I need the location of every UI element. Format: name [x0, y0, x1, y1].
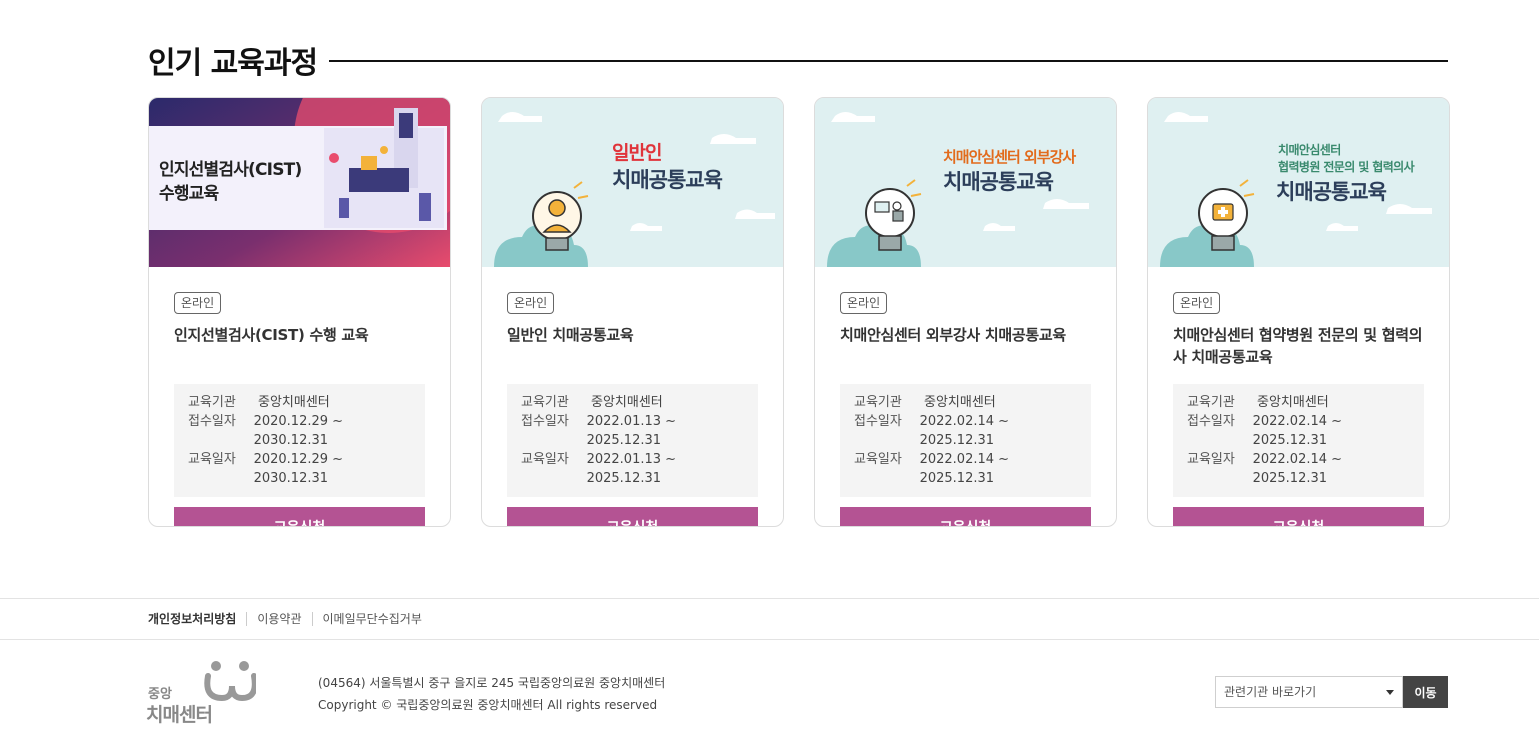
info-reg-date: 2022.02.14 ~ 2025.12.31: [1252, 414, 1343, 448]
info-label: 교육일자: [854, 452, 902, 467]
related-sites: 관련기관 바로가기 이동: [1215, 676, 1448, 708]
info-reg-date: 2020.12.29 ~ 2030.12.31: [253, 414, 344, 448]
course-info: 교육기관 중앙치매센터 접수일자 2022.01.13 ~ 2025.12.31 교…: [507, 384, 758, 497]
online-badge: 온라인: [174, 292, 222, 314]
course-card[interactable]: 인지선별검사(CIST) 수행교육 온라인 인지선별검사(CIST) 수행 교육…: [148, 97, 451, 527]
course-thumbnail[interactable]: 인지선별검사(CIST) 수행교육: [149, 98, 450, 267]
related-go-button[interactable]: 이동: [1403, 676, 1448, 708]
course-title[interactable]: 인지선별검사(CIST) 수행 교육: [174, 324, 425, 368]
thumbnail-title: 치매공통교육: [943, 170, 1054, 194]
course-card-list: 인지선별검사(CIST) 수행교육 온라인 인지선별검사(CIST) 수행 교육…: [148, 97, 1451, 527]
thumbnail-line: 협력병원 전문의 및 협력의사: [1278, 160, 1415, 174]
info-reg-date: 2022.02.14 ~ 2025.12.31: [919, 414, 1010, 448]
course-title[interactable]: 치매안심센터 협약병원 전문의 및 협력의사 치매공통교육: [1173, 324, 1424, 368]
course-card[interactable]: 치매안심센터 협력병원 전문의 및 협력의사 치매공통교육 온라인 치매안심센터…: [1147, 97, 1450, 527]
online-badge: 온라인: [1173, 292, 1221, 314]
info-label: 접수일자: [854, 414, 902, 429]
thumbnail-subtitle: 치매안심센터 외부강사: [943, 148, 1076, 166]
related-sites-label: 관련기관 바로가기: [1224, 685, 1317, 699]
course-info: 교육기관 중앙치매센터 접수일자 2022.02.14 ~ 2025.12.31 교…: [1173, 384, 1424, 497]
info-edu-date: 2022.02.14 ~ 2025.12.31: [919, 452, 1010, 486]
thumbnail-subtitle: 일반인: [612, 142, 662, 164]
section-header: 인기 교육과정: [148, 40, 1448, 81]
dropdown-arrow-icon: [1386, 690, 1394, 695]
section-divider: [329, 60, 1448, 62]
footer-links: 개인정보처리방침 이용약관 이메일무단수집거부: [148, 612, 432, 626]
course-thumbnail[interactable]: 치매안심센터 외부강사 치매공통교육: [815, 98, 1116, 267]
course-card[interactable]: 치매안심센터 외부강사 치매공통교육 온라인 치매안심센터 외부강사 치매공통교…: [814, 97, 1117, 527]
online-badge: 온라인: [840, 292, 888, 314]
thumbnail-caption: 인지선별검사(CIST) 수행교육: [159, 158, 302, 206]
info-edu-date: 2022.01.13 ~ 2025.12.31: [586, 452, 677, 486]
info-org: 중앙치매센터: [258, 395, 330, 410]
footer-copyright: Copyright © 국립중앙의료원 중앙치매센터 All rights re…: [318, 698, 658, 712]
course-thumbnail[interactable]: 일반인 치매공통교육: [482, 98, 783, 267]
info-label: 접수일자: [1187, 414, 1235, 429]
thumbnail-title: 치매공통교육: [1276, 180, 1387, 204]
privacy-policy-link[interactable]: 개인정보처리방침: [148, 612, 246, 626]
footer-address: (04564) 서울특별시 중구 을지로 245 국립중앙의료원 중앙치매센터: [318, 676, 666, 690]
thumbnail-line: 수행교육: [159, 184, 219, 204]
info-label: 접수일자: [188, 414, 236, 429]
thumbnail-title: 치매공통교육: [612, 168, 723, 192]
info-label: 교육일자: [188, 452, 236, 467]
email-refusal-link[interactable]: 이메일무단수집거부: [311, 612, 432, 626]
online-badge: 온라인: [507, 292, 555, 314]
apply-button[interactable]: 교육신청: [174, 507, 425, 526]
info-label: 교육기관: [521, 395, 569, 410]
course-info: 교육기관 중앙치매센터 접수일자 2022.02.14 ~ 2025.12.31 교…: [840, 384, 1091, 497]
info-reg-date: 2022.01.13 ~ 2025.12.31: [586, 414, 677, 448]
info-edu-date: 2020.12.29 ~ 2030.12.31: [253, 452, 344, 486]
thumbnail-subtitle: 치매안심센터 협력병원 전문의 및 협력의사: [1278, 142, 1415, 176]
logo-text-big: 치매센터: [146, 704, 213, 726]
info-label: 교육기관: [188, 395, 236, 410]
info-label: 접수일자: [521, 414, 569, 429]
footer-links-bar: 개인정보처리방침 이용약관 이메일무단수집거부: [0, 598, 1539, 640]
info-label: 교육기관: [1187, 395, 1235, 410]
apply-button[interactable]: 교육신청: [507, 507, 758, 526]
section-title: 인기 교육과정: [148, 46, 318, 81]
course-thumbnail[interactable]: 치매안심센터 협력병원 전문의 및 협력의사 치매공통교육: [1148, 98, 1449, 267]
course-info: 교육기관 중앙치매센터 접수일자 2020.12.29 ~ 2030.12.31 교…: [174, 384, 425, 497]
thumbnail-line: 치매안심센터: [1278, 143, 1341, 157]
info-label: 교육일자: [521, 452, 569, 467]
course-title[interactable]: 치매안심센터 외부강사 치매공통교육: [840, 324, 1091, 368]
info-edu-date: 2022.02.14 ~ 2025.12.31: [1252, 452, 1343, 486]
info-org: 중앙치매센터: [1257, 395, 1329, 410]
terms-link[interactable]: 이용약관: [246, 612, 311, 626]
info-org: 중앙치매센터: [924, 395, 996, 410]
info-org: 중앙치매센터: [591, 395, 663, 410]
course-title[interactable]: 일반인 치매공통교육: [507, 324, 758, 368]
info-label: 교육기관: [854, 395, 902, 410]
related-sites-select[interactable]: 관련기관 바로가기: [1215, 676, 1403, 708]
footer-logo: 중앙 치매센터: [146, 658, 256, 726]
apply-button[interactable]: 교육신청: [1173, 507, 1424, 526]
course-card[interactable]: 일반인 치매공통교육 온라인 일반인 치매공통교육 교육기관 중앙치매센터 접수일…: [481, 97, 784, 527]
footer-address-block: (04564) 서울특별시 중구 을지로 245 국립중앙의료원 중앙치매센터 …: [318, 672, 665, 716]
info-label: 교육일자: [1187, 452, 1235, 467]
apply-button[interactable]: 교육신청: [840, 507, 1091, 526]
thumbnail-line: 인지선별검사(CIST): [159, 160, 302, 180]
